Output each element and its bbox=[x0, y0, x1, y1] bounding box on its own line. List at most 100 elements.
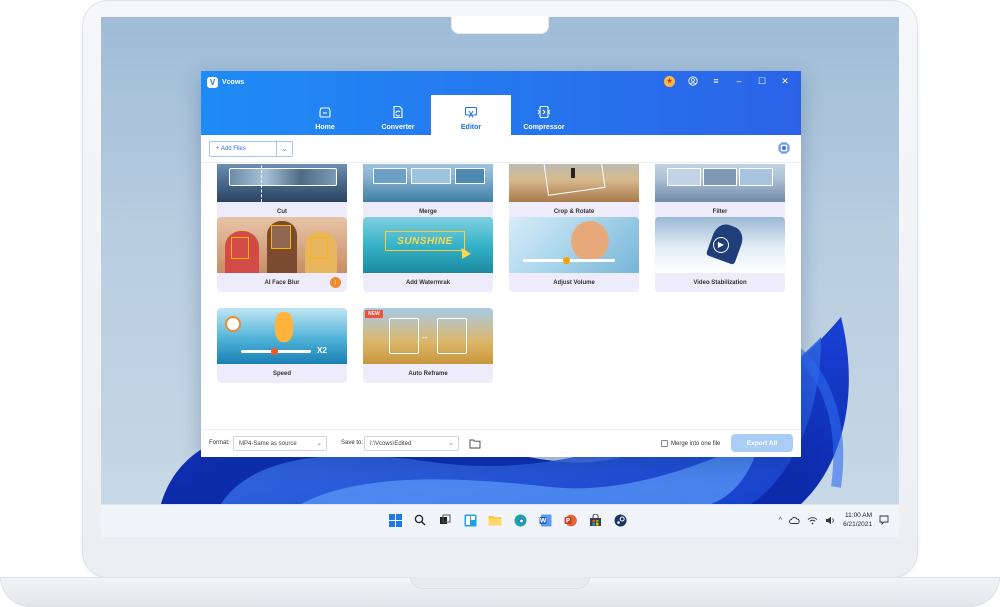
format-label: Format: bbox=[209, 440, 230, 446]
tool-card-add-watermark[interactable]: SUNSHINE Add Watermrak bbox=[363, 217, 493, 292]
gift-icon[interactable]: ★ bbox=[664, 75, 675, 87]
editor-icon bbox=[464, 106, 478, 118]
play-icon: ▶ bbox=[713, 237, 729, 253]
merge-thumbnail bbox=[363, 164, 493, 202]
svg-text:P: P bbox=[565, 517, 570, 524]
camera-notch bbox=[451, 16, 549, 34]
volume-icon[interactable] bbox=[825, 516, 836, 525]
tool-card-crop-rotate[interactable]: Crop & Rotate bbox=[509, 164, 639, 221]
word-icon[interactable]: W bbox=[537, 512, 553, 528]
folder-icon[interactable] bbox=[469, 438, 481, 449]
search-icon[interactable] bbox=[412, 512, 428, 528]
converter-icon bbox=[393, 105, 403, 119]
chevron-down-icon: ⌄ bbox=[448, 440, 454, 447]
merge-checkbox[interactable] bbox=[661, 440, 668, 447]
nav-tabs: Home Converter Editor Compressor bbox=[285, 95, 577, 135]
app-brand: V Vcows bbox=[207, 75, 244, 89]
tab-home-label: Home bbox=[315, 124, 335, 131]
tool-card-cut[interactable]: Cut bbox=[217, 164, 347, 221]
menu-icon[interactable]: ≡ bbox=[708, 74, 724, 88]
download-icon[interactable]: ↓ bbox=[330, 277, 341, 288]
save-to-value: I:\Vcows\Edited bbox=[370, 440, 412, 447]
merge-checkbox-wrap[interactable]: Merge into one file bbox=[661, 440, 720, 447]
auto-reframe-thumbnail: NEW ↔ bbox=[363, 308, 493, 364]
tab-compressor-label: Compressor bbox=[523, 124, 565, 131]
widgets-icon[interactable] bbox=[462, 512, 478, 528]
plus-icon: + bbox=[216, 146, 220, 152]
save-to-select[interactable]: I:\Vcows\Edited ⌄ bbox=[364, 436, 459, 451]
tool-label-adjust-volume: Adjust Volume bbox=[553, 279, 595, 286]
tool-card-auto-reframe[interactable]: NEW ↔ Auto Reframe bbox=[363, 308, 493, 383]
window-controls: ★ ≡ – ☐ ✕ bbox=[664, 74, 793, 88]
gpu-acceleration-icon[interactable] bbox=[777, 141, 791, 155]
tool-label-speed: Speed bbox=[272, 370, 291, 377]
tool-card-video-stabilization[interactable]: ▶ Video Stabilization bbox=[655, 217, 785, 292]
edge-icon[interactable] bbox=[512, 512, 528, 528]
ai-face-blur-thumbnail bbox=[217, 217, 347, 273]
video-stabilization-thumbnail: ▶ bbox=[655, 217, 785, 273]
app-window: V Vcows ★ ≡ – ☐ ✕ Home Converter Editor … bbox=[201, 71, 801, 457]
app-logo-icon: V bbox=[207, 76, 218, 88]
system-tray: ^ 11:00 AM 6/21/2021 bbox=[779, 511, 889, 529]
maximize-icon[interactable]: ☐ bbox=[754, 74, 770, 88]
store-icon[interactable] bbox=[587, 512, 603, 528]
speed-multiplier: X2 bbox=[317, 346, 327, 355]
app-name: Vcows bbox=[222, 78, 245, 86]
powerpoint-icon[interactable]: P bbox=[562, 512, 578, 528]
tab-compressor[interactable]: Compressor bbox=[504, 95, 584, 135]
tool-card-filter[interactable]: Filter bbox=[655, 164, 785, 221]
task-view-icon[interactable] bbox=[437, 512, 453, 528]
clock-date: 6/21/2021 bbox=[843, 521, 872, 528]
tool-card-speed[interactable]: X2 Speed bbox=[217, 308, 347, 383]
tool-label-ai-face-blur: AI Face Blur bbox=[264, 279, 300, 286]
tool-card-merge[interactable]: Merge bbox=[363, 164, 493, 221]
laptop-frame: V Vcows ★ ≡ – ☐ ✕ Home Converter Editor … bbox=[0, 0, 1000, 607]
clock[interactable]: 11:00 AM 6/21/2021 bbox=[843, 511, 872, 529]
tool-card-ai-face-blur[interactable]: AI Face Blur ↓ bbox=[217, 217, 347, 292]
speed-thumbnail: X2 bbox=[217, 308, 347, 364]
tool-card-adjust-volume[interactable]: Adjust Volume bbox=[509, 217, 639, 292]
taskbar-apps: W P bbox=[387, 512, 628, 528]
tool-label-auto-reframe: Auto Reframe bbox=[408, 370, 448, 377]
add-files-text: Add Files bbox=[220, 146, 246, 152]
add-files-button[interactable]: + Add Files ⌄ bbox=[209, 141, 293, 157]
speedometer-icon bbox=[225, 316, 241, 332]
watermark-text: SUNSHINE bbox=[385, 231, 465, 251]
tab-editor[interactable]: Editor bbox=[431, 95, 511, 135]
tool-label-ai-face-blur-wrap: AI Face Blur ↓ bbox=[217, 273, 347, 292]
notification-icon[interactable] bbox=[879, 515, 889, 525]
file-explorer-icon[interactable] bbox=[487, 512, 503, 528]
account-icon[interactable] bbox=[685, 74, 701, 88]
tab-home[interactable]: Home bbox=[285, 95, 365, 135]
export-all-button[interactable]: Export All bbox=[731, 434, 793, 452]
tray-chevron-up-icon[interactable]: ^ bbox=[779, 517, 782, 524]
tab-converter[interactable]: Converter bbox=[358, 95, 438, 135]
chevron-down-icon[interactable]: ⌄ bbox=[276, 142, 292, 156]
close-icon[interactable]: ✕ bbox=[777, 74, 793, 88]
home-icon bbox=[319, 107, 331, 118]
taskbar: W P ^ 11:00 AM 6/21/2021 bbox=[101, 504, 899, 537]
toolbar: + Add Files ⌄ bbox=[201, 135, 801, 163]
tool-grid: Cut Merge Crop & Rotate Filter AI Face B… bbox=[201, 164, 801, 411]
adjust-volume-thumbnail bbox=[509, 217, 639, 273]
merge-label: Merge into one file bbox=[671, 440, 721, 447]
wifi-icon[interactable] bbox=[807, 516, 818, 525]
new-badge: NEW bbox=[365, 310, 383, 318]
crop-rotate-thumbnail bbox=[509, 164, 639, 202]
tab-converter-label: Converter bbox=[381, 124, 415, 131]
tool-label-video-stabilization: Video Stabilization bbox=[693, 279, 747, 286]
arrows-icon: ↔ bbox=[421, 332, 429, 341]
windows-start-icon[interactable] bbox=[387, 512, 403, 528]
svg-text:W: W bbox=[539, 517, 546, 524]
tab-editor-label: Editor bbox=[460, 124, 482, 131]
compressor-icon bbox=[537, 105, 551, 119]
minimize-icon[interactable]: – bbox=[731, 74, 747, 88]
save-to-label: Save to: bbox=[341, 440, 364, 446]
add-watermark-thumbnail: SUNSHINE bbox=[363, 217, 493, 273]
onedrive-icon[interactable] bbox=[789, 516, 800, 524]
steam-icon[interactable] bbox=[612, 512, 628, 528]
desktop-screen: V Vcows ★ ≡ – ☐ ✕ Home Converter Editor … bbox=[101, 17, 899, 537]
add-files-label: + Add Files bbox=[210, 146, 276, 152]
cut-thumbnail bbox=[217, 164, 347, 202]
format-select[interactable]: MP4-Same as source ⌄ bbox=[233, 436, 327, 451]
